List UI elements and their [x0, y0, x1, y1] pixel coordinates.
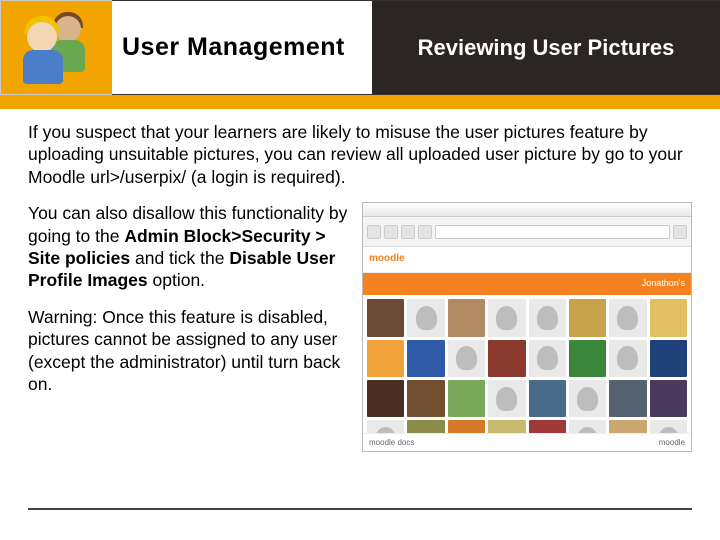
section-title: User Management	[122, 34, 345, 60]
user-avatar	[529, 380, 566, 417]
user-picture-grid	[363, 295, 691, 452]
page-title: Reviewing User Pictures	[418, 35, 675, 61]
site-header-text: Jonathon's	[642, 278, 685, 290]
user-avatar	[407, 380, 444, 417]
url-bar	[435, 225, 670, 239]
user-avatar	[448, 380, 485, 417]
browser-screenshot: moodle Jonathon's moodle docs moodle	[362, 202, 692, 452]
section-title-box: User Management	[112, 0, 372, 95]
home-icon	[418, 225, 432, 239]
user-avatar	[529, 340, 566, 377]
footer-right: moodle	[659, 438, 685, 448]
user-avatar	[569, 340, 606, 377]
user-avatar	[407, 299, 444, 336]
user-avatar	[367, 299, 404, 336]
user-avatar	[407, 340, 444, 377]
user-avatar	[448, 299, 485, 336]
slide-body: If you suspect that your learners are li…	[0, 95, 720, 452]
user-avatar	[650, 340, 687, 377]
window-titlebar	[363, 203, 691, 217]
user-avatar	[650, 380, 687, 417]
user-avatar	[367, 380, 404, 417]
moodle-logo: moodle	[369, 253, 405, 266]
users-icon	[0, 0, 112, 95]
search-icon	[673, 225, 687, 239]
user-avatar	[609, 380, 646, 417]
user-avatar	[650, 299, 687, 336]
nav-back-icon	[367, 225, 381, 239]
user-avatar	[529, 299, 566, 336]
site-footer: moodle docs moodle	[363, 433, 691, 451]
user-avatar	[367, 340, 404, 377]
site-header-bar: Jonathon's	[363, 273, 691, 295]
user-avatar	[609, 299, 646, 336]
accent-strip	[0, 95, 720, 109]
bottom-divider	[28, 508, 692, 510]
site-brand-bar: moodle	[363, 247, 691, 273]
user-avatar	[569, 380, 606, 417]
user-avatar	[609, 340, 646, 377]
page-title-box: Reviewing User Pictures	[372, 0, 720, 95]
user-avatar	[448, 340, 485, 377]
user-avatar	[488, 299, 525, 336]
paragraph-intro: If you suspect that your learners are li…	[28, 121, 692, 188]
user-avatar	[488, 340, 525, 377]
paragraph-disable: You can also disallow this functionality…	[28, 202, 352, 292]
nav-forward-icon	[384, 225, 398, 239]
paragraph-warning: Warning: Once this feature is disabled, …	[28, 306, 352, 396]
reload-icon	[401, 225, 415, 239]
user-avatar	[569, 299, 606, 336]
browser-toolbar	[363, 217, 691, 247]
slide-header: User Management Reviewing User Pictures	[0, 0, 720, 95]
footer-left: moodle docs	[369, 438, 414, 448]
user-avatar	[488, 380, 525, 417]
